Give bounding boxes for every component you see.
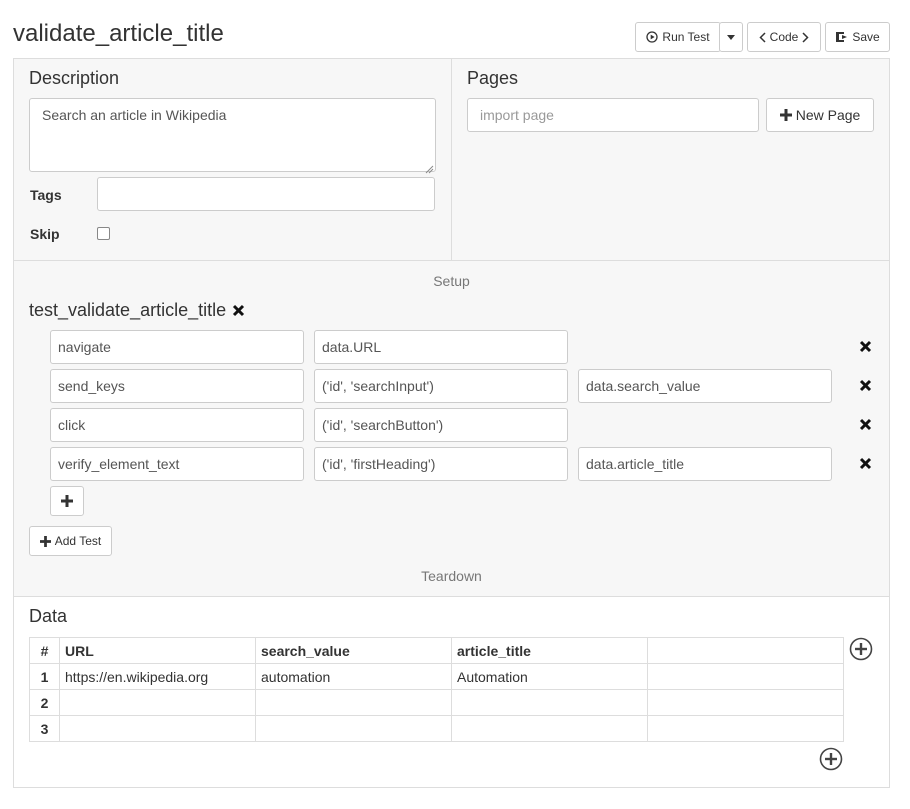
tags-input[interactable]: [97, 177, 435, 211]
table-cell[interactable]: [59, 689, 256, 716]
add-test-label: Add Test: [54, 534, 102, 548]
row-index: 3: [29, 715, 60, 742]
tags-label: Tags: [30, 187, 62, 203]
column-divider: [451, 58, 452, 261]
step-arg2-input[interactable]: data.article_title: [578, 447, 832, 481]
save-icon: [835, 31, 848, 43]
row-index: 1: [29, 663, 60, 690]
delete-step-icon[interactable]: [859, 340, 873, 354]
play-circle-icon: [646, 31, 659, 43]
table-cell[interactable]: [255, 689, 452, 716]
add-test-button[interactable]: Add Test: [29, 526, 112, 556]
import-page-input[interactable]: import page: [467, 98, 759, 132]
table-cell[interactable]: Automation: [451, 663, 648, 690]
table-row: 3: [29, 715, 844, 742]
step-action-input[interactable]: send_keys: [50, 369, 304, 403]
run-test-label: Run Test: [662, 30, 710, 44]
data-heading: Data: [29, 606, 68, 626]
test-name: test_validate_article_title: [29, 300, 227, 320]
delete-step-icon[interactable]: [859, 379, 873, 393]
table-cell[interactable]: [647, 715, 844, 742]
table-cell[interactable]: [255, 715, 452, 742]
table-cell[interactable]: [451, 689, 648, 716]
skip-label: Skip: [30, 226, 60, 242]
row-index: 2: [29, 689, 60, 716]
setup-label: Setup: [433, 273, 470, 289]
step-arg1-input[interactable]: data.URL: [314, 330, 568, 364]
table-cell[interactable]: automation: [255, 663, 452, 690]
table-header-row: # URL search_value article_title: [29, 637, 844, 664]
column-header-index: #: [29, 637, 60, 664]
new-page-label: New Page: [795, 107, 861, 123]
code-label: Code: [769, 30, 799, 44]
add-row-icon[interactable]: [819, 747, 843, 771]
page-title: validate_article_title: [13, 20, 224, 47]
new-page-button[interactable]: New Page: [766, 98, 874, 132]
section-divider: [14, 596, 889, 597]
chevron-left-icon: [759, 31, 766, 43]
import-page-placeholder: import page: [480, 107, 554, 123]
save-button[interactable]: Save: [825, 22, 890, 52]
column-header[interactable]: [647, 637, 844, 664]
save-label: Save: [852, 30, 880, 44]
plus-icon: [39, 535, 51, 547]
column-header[interactable]: article_title: [451, 637, 648, 664]
description-heading: Description: [29, 68, 120, 88]
step-action-input[interactable]: click: [50, 408, 304, 442]
step-arg1-input[interactable]: ('id', 'searchInput'): [314, 369, 568, 403]
section-divider: [14, 260, 889, 261]
step-arg2-input[interactable]: data.search_value: [578, 369, 832, 403]
table-cell[interactable]: https://en.wikipedia.org: [59, 663, 256, 690]
chevron-right-icon: [802, 31, 809, 43]
teardown-label: Teardown: [421, 568, 482, 584]
run-test-dropdown-button[interactable]: [719, 22, 743, 52]
resize-handle-icon: [425, 161, 434, 177]
code-button[interactable]: Code: [747, 22, 821, 52]
delete-step-icon[interactable]: [859, 457, 873, 471]
plus-icon: [779, 109, 792, 121]
column-header[interactable]: URL: [59, 637, 256, 664]
table-cell[interactable]: [451, 715, 648, 742]
table-row: 1 https://en.wikipedia.org automation Au…: [29, 663, 844, 690]
step-arg1-input[interactable]: ('id', 'firstHeading'): [314, 447, 568, 481]
plus-icon: [61, 495, 73, 507]
table-row: 2: [29, 689, 844, 716]
delete-test-icon[interactable]: [232, 304, 246, 318]
caret-down-icon: [727, 34, 735, 40]
run-test-button[interactable]: Run Test: [635, 22, 721, 52]
table-cell[interactable]: [647, 663, 844, 690]
step-arg1-input[interactable]: ('id', 'searchButton'): [314, 408, 568, 442]
step-action-input[interactable]: verify_element_text: [50, 447, 304, 481]
add-step-button[interactable]: [50, 486, 84, 516]
description-textarea[interactable]: Search an article in Wikipedia: [29, 98, 436, 172]
delete-step-icon[interactable]: [859, 418, 873, 432]
table-cell[interactable]: [647, 689, 844, 716]
step-action-input[interactable]: navigate: [50, 330, 304, 364]
pages-heading: Pages: [467, 68, 519, 88]
column-header[interactable]: search_value: [255, 637, 452, 664]
data-table: # URL search_value article_title 1 https…: [29, 637, 844, 742]
add-column-icon[interactable]: [849, 637, 873, 661]
skip-checkbox[interactable]: [97, 227, 110, 240]
table-cell[interactable]: [59, 715, 256, 742]
